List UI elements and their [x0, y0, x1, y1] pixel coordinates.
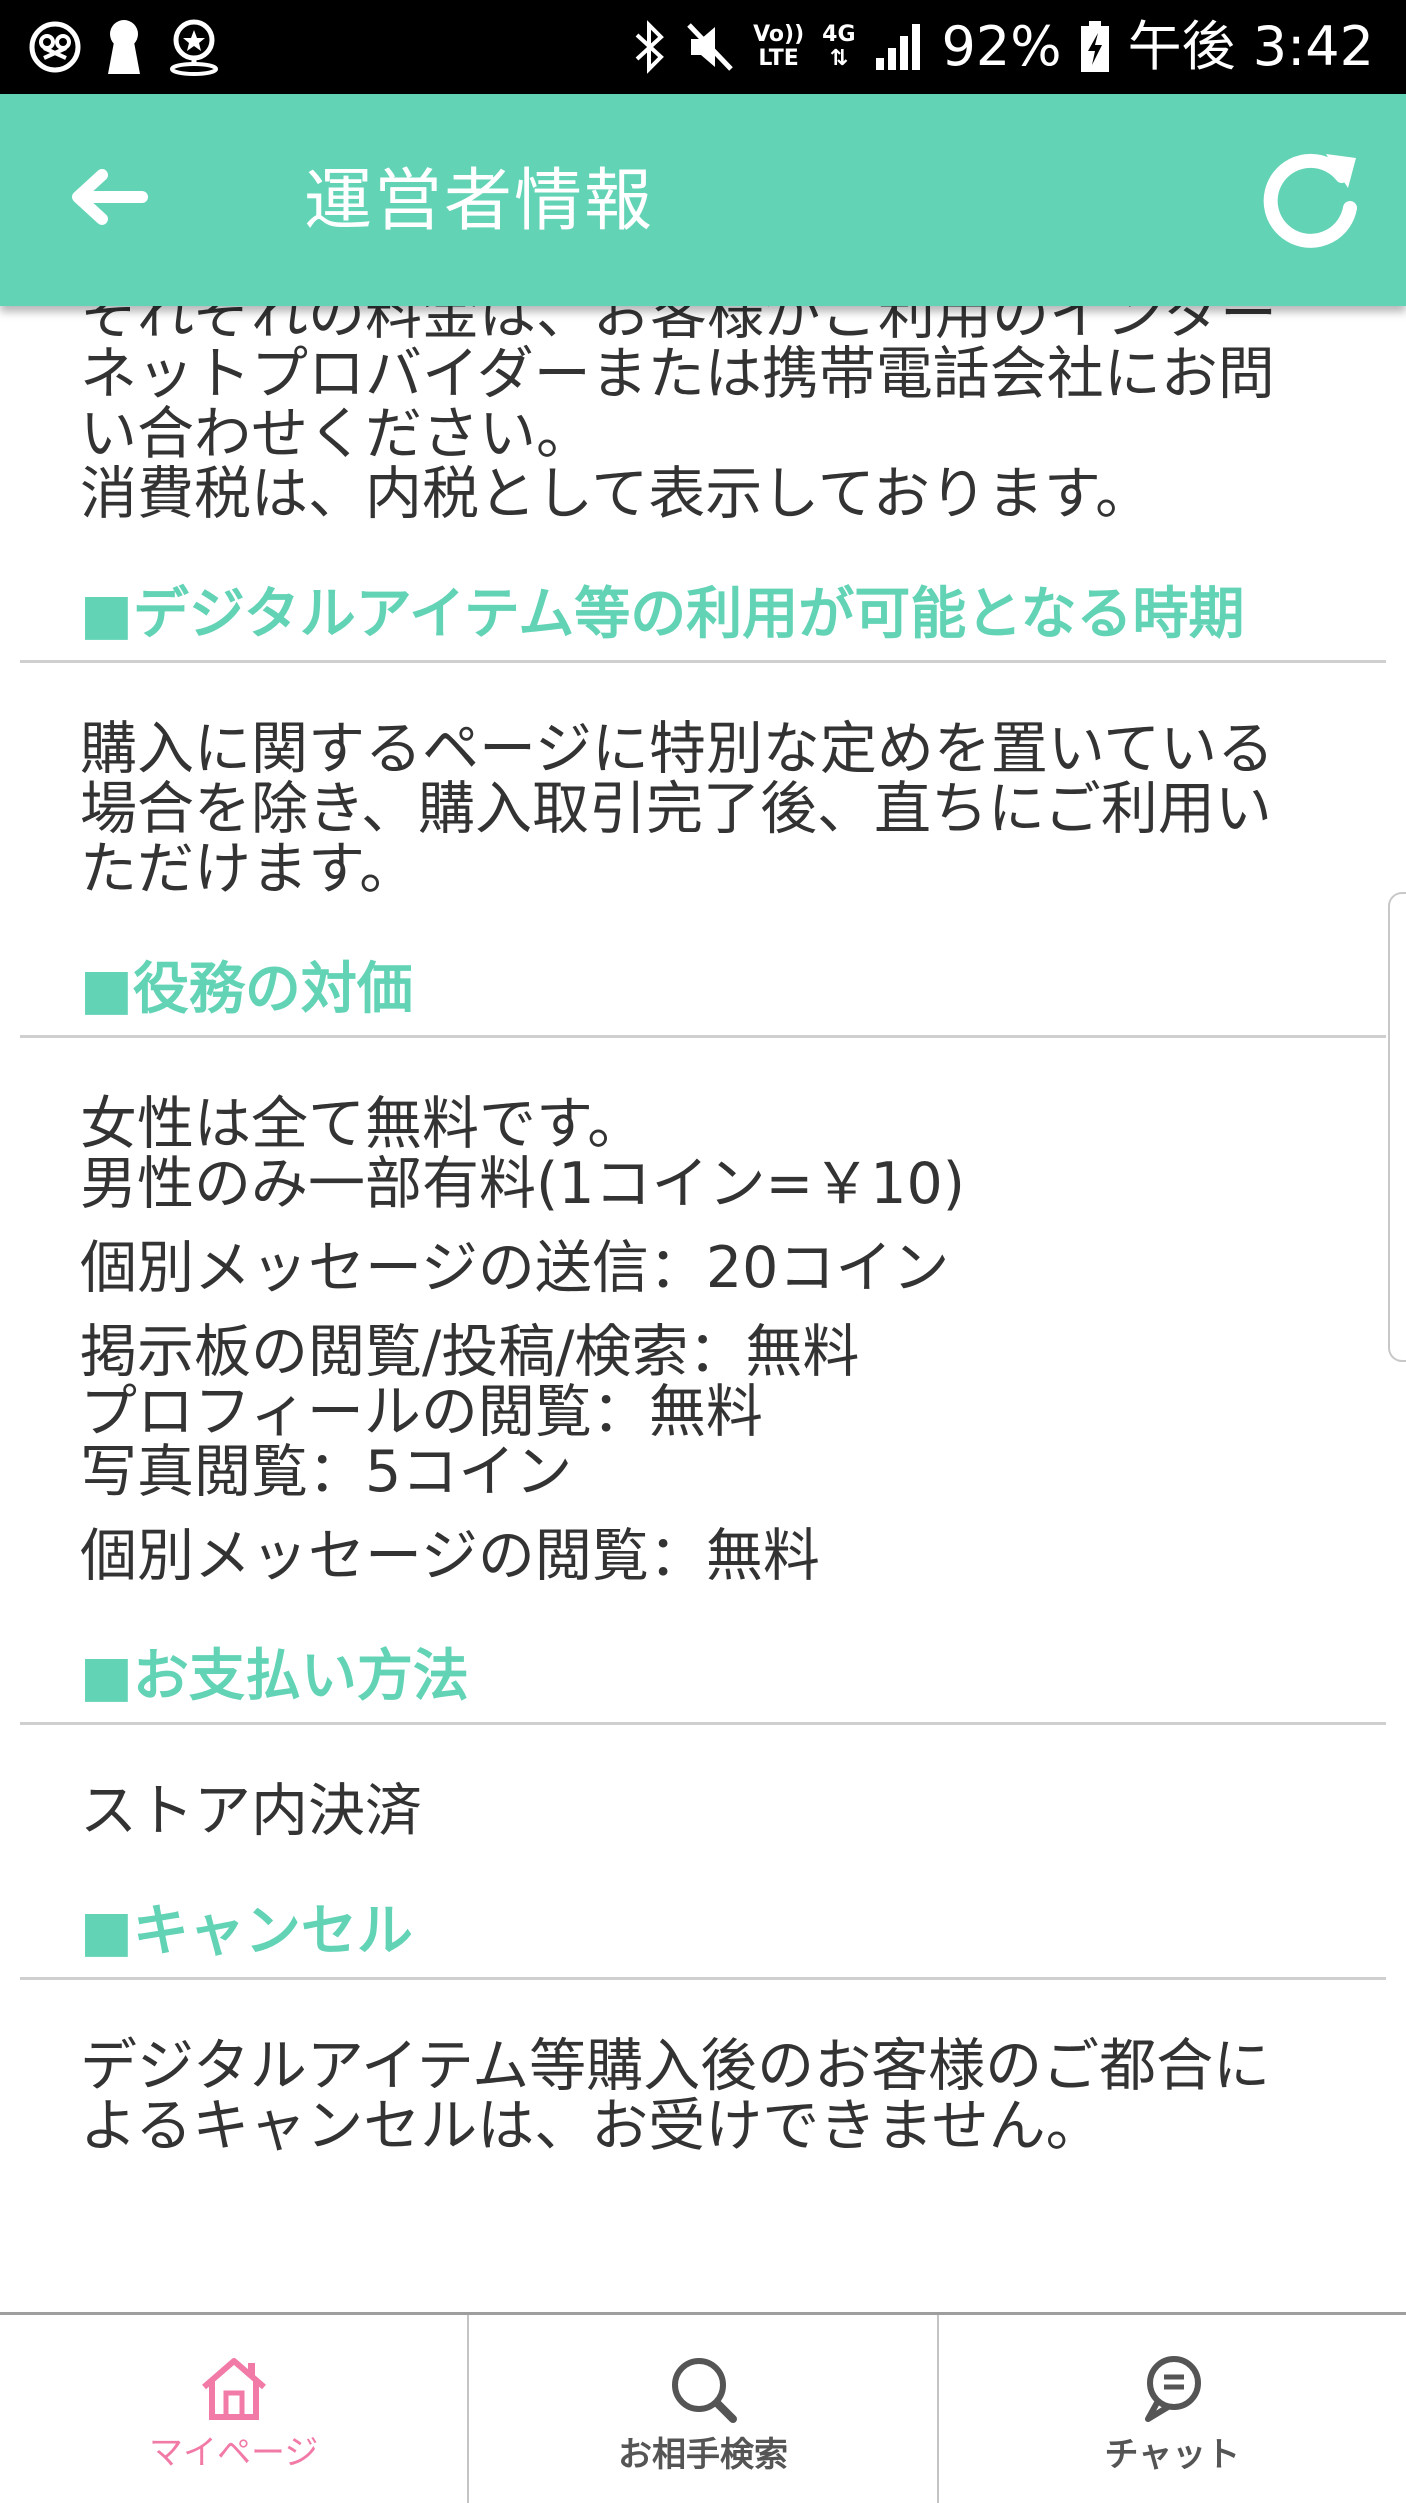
pricing-text-2: 個別メッセージの送信：20コイン — [0, 1238, 1406, 1298]
text-line: 購入に関するページに特別な定めを置いている — [80, 716, 1275, 782]
home-icon — [201, 2358, 266, 2420]
mute-icon — [687, 23, 733, 71]
page-title: 運営者情報 — [304, 162, 655, 241]
intro-text: それぞれの料金は、お客様がご利用のインター ネットプロバイダーまたは携帯電話会社… — [0, 306, 1406, 524]
status-bar: Vo)) LTE 4G ⇅ 92% 午後 3:42 — [0, 0, 1406, 94]
tab-mypage[interactable]: マイページ — [0, 2315, 467, 2503]
network-indicator: 4G ⇅ — [822, 23, 855, 71]
content-scroll[interactable]: それぞれの料金は、お客様がご利用のインター ネットプロバイダーまたは携帯電話会社… — [0, 306, 1406, 2272]
availability-text: 購入に関するページに特別な定めを置いている 場合を除き、購入取引完了後、直ちにご… — [0, 719, 1406, 899]
pricing-text-1: 女性は全て無料です。 男性のみ一部有料(1コイン=￥10) — [0, 1094, 1406, 1214]
payment-text: ストア内決済 — [0, 1781, 1406, 1841]
section-divider — [20, 1977, 1386, 1980]
text-line: よるキャンセルは、お受けできません。 — [80, 2093, 1103, 2159]
volte-bottom: LTE — [758, 46, 799, 71]
system-icons: Vo)) LTE 4G ⇅ 92% 午後 3:42 — [633, 14, 1374, 80]
tab-label: マイページ — [149, 2433, 319, 2473]
side-drawer-handle[interactable] — [1388, 892, 1406, 1362]
keyhole-icon — [108, 20, 140, 74]
text-line: 男性のみ一部有料(1コイン=￥10) — [80, 1151, 966, 1217]
volte-top: Vo)) — [753, 22, 805, 47]
section-title-payment: ■お支払い方法 — [80, 1644, 469, 1709]
text-line: 女性は全て無料です。 — [80, 1091, 645, 1157]
data-arrows-icon: ⇅ — [829, 46, 849, 71]
section-divider — [20, 1722, 1386, 1725]
bottom-tab-bar: マイページ お相手検索 チャット — [0, 2312, 1406, 2503]
pretzel-icon — [29, 21, 81, 73]
cancel-text: デジタルアイテム等購入後のお客様のご都合に よるキャンセルは、お受けできません。 — [0, 2036, 1406, 2156]
text-line: プロフィールの閲覧：無料 — [80, 1379, 763, 1445]
volte-indicator: Vo)) LTE — [753, 23, 804, 71]
location-star-icon — [170, 19, 218, 76]
battery-percent: 92% — [941, 15, 1062, 78]
text-line: 場合を除き、購入取引完了後、直ちにご利用い — [80, 776, 1272, 842]
tab-label: チャット — [1104, 2435, 1241, 2475]
reload-button[interactable] — [1256, 144, 1368, 256]
text-line: 個別メッセージの送信：20コイン — [80, 1235, 950, 1301]
section-title-availability: ■デジタルアイテム等の利用が可能となる時期 — [80, 582, 1245, 647]
content-body: それぞれの料金は、お客様がご利用のインター ネットプロバイダーまたは携帯電話会社… — [0, 306, 1406, 2156]
notification-icons — [28, 18, 222, 76]
tab-chat[interactable]: チャット — [936, 2315, 1406, 2503]
arrow-left-icon — [72, 169, 148, 225]
network-type: 4G — [822, 22, 856, 47]
pricing-text-4: 個別メッセージの閲覧：無料 — [0, 1526, 1406, 1586]
battery-charging-icon — [1080, 21, 1109, 72]
text-line: い合わせください。 — [80, 401, 593, 467]
text-line: 個別メッセージの閲覧：無料 — [80, 1523, 820, 1589]
text-line: 消費税は、内税として表示しております。 — [80, 461, 1153, 527]
app-bar: 運営者情報 — [0, 94, 1406, 306]
reload-icon — [1263, 153, 1357, 248]
search-icon — [671, 2358, 737, 2423]
text-line: ストア内決済 — [80, 1778, 422, 1844]
back-button[interactable] — [58, 152, 158, 242]
signal-icon — [875, 24, 920, 70]
tab-partner-search[interactable]: お相手検索 — [467, 2315, 936, 2503]
section-divider — [20, 660, 1386, 663]
bluetooth-icon — [635, 20, 665, 74]
clock: 午後 3:42 — [1127, 15, 1374, 78]
chat-icon — [1145, 2356, 1202, 2422]
text-line: ネットプロバイダーまたは携帯電話会社にお問 — [80, 341, 1275, 407]
text-line: 写真閲覧：5コイン — [80, 1439, 573, 1505]
section-title-cancel: ■キャンセル — [80, 1899, 413, 1964]
section-divider — [20, 1035, 1386, 1038]
section-title-pricing: ■役務の対価 — [80, 957, 413, 1022]
text-line: ただけます。 — [80, 836, 417, 902]
pricing-text-3: 掲示板の閲覧/投稿/検索：無料 プロフィールの閲覧：無料 写真閲覧：5コイン — [0, 1322, 1406, 1502]
text-line: 掲示板の閲覧/投稿/検索：無料 — [80, 1319, 860, 1385]
text-line: デジタルアイテム等購入後のお客様のご都合に — [80, 2033, 1271, 2099]
tab-label: お相手検索 — [617, 2435, 788, 2475]
